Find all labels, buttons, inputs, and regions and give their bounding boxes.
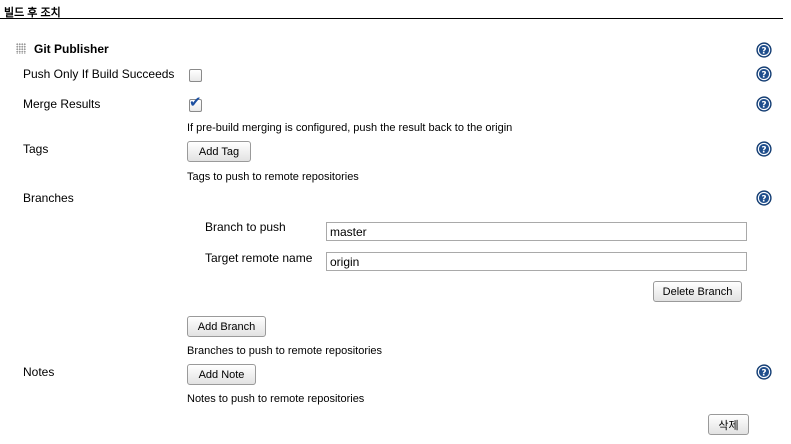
- publisher-title: Git Publisher: [34, 42, 109, 56]
- notes-hint: Notes to push to remote repositories: [187, 393, 365, 405]
- add-tag-button[interactable]: Add Tag: [187, 141, 251, 162]
- svg-text:?: ?: [761, 145, 766, 155]
- push-only-if-success-label: Push Only If Build Succeeds: [23, 67, 175, 81]
- help-icon[interactable]: ?: [756, 66, 772, 82]
- help-icon[interactable]: ?: [756, 42, 772, 58]
- branch-to-push-label: Branch to push: [205, 220, 286, 234]
- target-remote-name-label: Target remote name: [205, 251, 313, 265]
- svg-text:?: ?: [761, 194, 766, 204]
- section-divider: [0, 18, 783, 19]
- push-only-if-success-checkbox[interactable]: [189, 69, 202, 82]
- svg-text:?: ?: [761, 100, 766, 110]
- checkmark-icon: ✔: [189, 94, 202, 111]
- delete-publisher-button[interactable]: 삭제: [708, 414, 749, 435]
- target-remote-name-input[interactable]: [326, 252, 747, 271]
- notes-label: Notes: [23, 365, 55, 379]
- merge-results-hint: If pre-build merging is configured, push…: [187, 122, 513, 134]
- delete-branch-button[interactable]: Delete Branch: [653, 281, 742, 302]
- branches-hint: Branches to push to remote repositories: [187, 345, 383, 357]
- svg-text:?: ?: [761, 368, 766, 378]
- help-icon[interactable]: ?: [756, 364, 772, 380]
- add-branch-button[interactable]: Add Branch: [187, 316, 266, 337]
- branches-label: Branches: [23, 191, 74, 205]
- help-icon[interactable]: ?: [756, 96, 772, 112]
- branch-to-push-input[interactable]: [326, 222, 747, 241]
- merge-results-label: Merge Results: [23, 97, 101, 111]
- svg-text:?: ?: [761, 46, 766, 56]
- tags-hint: Tags to push to remote repositories: [187, 171, 359, 183]
- help-icon[interactable]: ?: [756, 141, 772, 157]
- help-icon[interactable]: ?: [756, 190, 772, 206]
- tags-label: Tags: [23, 142, 49, 156]
- drag-handle-icon[interactable]: [16, 43, 26, 54]
- add-note-button[interactable]: Add Note: [187, 364, 256, 385]
- svg-text:?: ?: [761, 70, 766, 80]
- merge-results-checkbox[interactable]: ✔: [189, 95, 202, 112]
